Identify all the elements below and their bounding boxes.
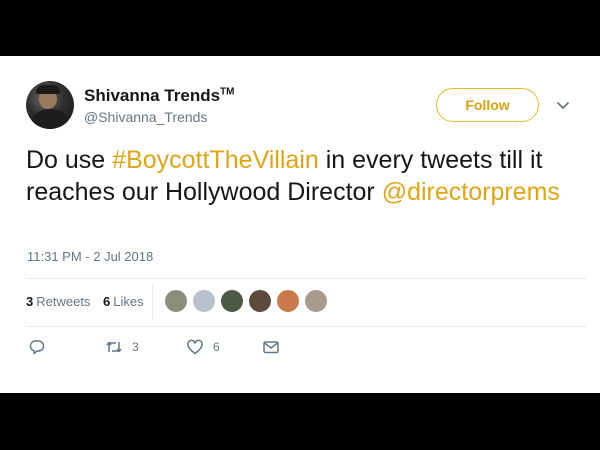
hashtag-link[interactable]: #BoycottTheVillain bbox=[112, 146, 319, 174]
retweet-count: 3 bbox=[132, 340, 139, 354]
like-count: 6 bbox=[213, 340, 220, 354]
caret-down-icon[interactable] bbox=[554, 96, 572, 114]
direct-message-button[interactable] bbox=[262, 337, 280, 357]
follow-button[interactable]: Follow bbox=[436, 88, 539, 122]
divider bbox=[26, 326, 586, 327]
likes-stat[interactable]: 6 Likes bbox=[103, 294, 144, 309]
reply-icon bbox=[29, 340, 45, 355]
reply-button[interactable] bbox=[28, 337, 46, 357]
avatar[interactable] bbox=[26, 81, 74, 129]
liker-avatar[interactable] bbox=[192, 289, 216, 313]
likers-avatars bbox=[164, 289, 332, 315]
bottom-black-bar bbox=[0, 393, 600, 450]
liker-avatar[interactable] bbox=[276, 289, 300, 313]
mention-link[interactable]: @directorprems bbox=[382, 178, 560, 206]
user-handle[interactable]: @Shivanna_Trends bbox=[84, 109, 207, 125]
tweet-timestamp[interactable]: 11:31 PM - 2 Jul 2018 bbox=[27, 249, 153, 264]
liker-avatar[interactable] bbox=[304, 289, 328, 313]
trademark-mark: TM bbox=[220, 86, 235, 98]
heart-icon bbox=[187, 339, 203, 355]
mail-icon bbox=[263, 341, 279, 354]
retweets-stat[interactable]: 3 Retweets bbox=[26, 294, 90, 309]
stats-separator bbox=[152, 284, 153, 320]
like-button[interactable]: 6 bbox=[186, 337, 220, 357]
tweet-card: Shivanna TrendsTM @Shivanna_Trends Follo… bbox=[0, 56, 600, 393]
retweet-icon bbox=[106, 341, 122, 353]
retweet-button[interactable]: 3 bbox=[105, 337, 139, 357]
top-black-bar bbox=[0, 0, 600, 56]
divider bbox=[26, 278, 586, 279]
liker-avatar[interactable] bbox=[220, 289, 244, 313]
liker-avatar[interactable] bbox=[164, 289, 188, 313]
liker-avatar[interactable] bbox=[248, 289, 272, 313]
user-name[interactable]: Shivanna TrendsTM bbox=[84, 86, 235, 106]
tweet-text: Do use #BoycottTheVillain in every tweet… bbox=[26, 146, 560, 206]
